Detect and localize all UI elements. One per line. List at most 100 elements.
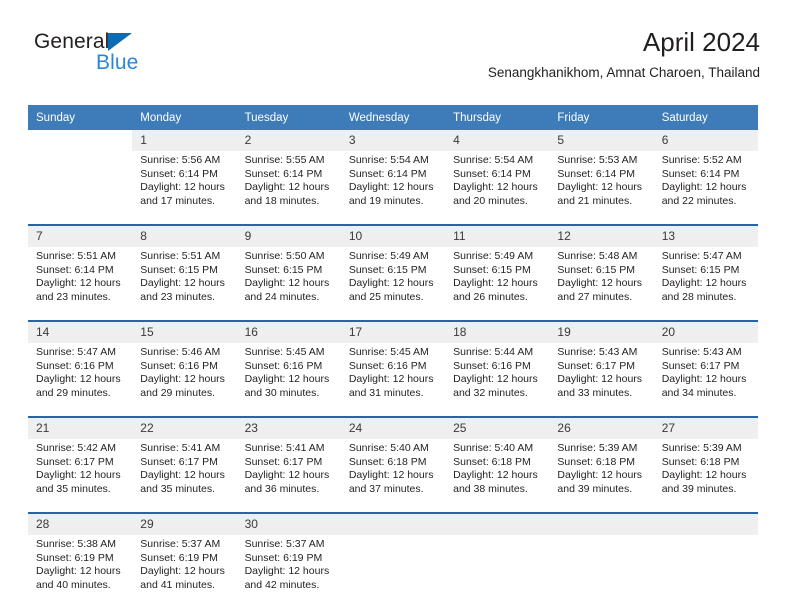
day-cell[interactable]: Sunrise: 5:41 AM Sunset: 6:17 PM Dayligh… [132, 439, 237, 513]
general-blue-logo[interactable]: General Blue [34, 30, 214, 84]
sunset-text: Sunset: 6:14 PM [348, 167, 427, 180]
day-cell[interactable]: Sunrise: 5:39 AM Sunset: 6:18 PM Dayligh… [653, 439, 758, 513]
sunrise-text: Sunrise: 5:47 AM [661, 250, 742, 262]
day-cell[interactable]: Sunrise: 5:43 AM Sunset: 6:17 PM Dayligh… [653, 343, 758, 417]
day-cell[interactable]: Sunrise: 5:47 AM Sunset: 6:16 PM Dayligh… [28, 343, 133, 417]
day-number[interactable]: 24 [340, 416, 446, 439]
day-cell[interactable]: Sunrise: 5:37 AM Sunset: 6:19 PM Dayligh… [132, 535, 237, 608]
day-cell[interactable]: Sunrise: 5:54 AM Sunset: 6:14 PM Dayligh… [340, 151, 446, 225]
day-number[interactable]: 11 [445, 224, 550, 247]
day-number[interactable]: 26 [549, 416, 654, 439]
daylight-text-line2: and 18 minutes. [244, 194, 320, 207]
day-number[interactable]: 15 [132, 320, 237, 343]
daylight-text-line1: Daylight: 12 hours [140, 469, 225, 482]
day-number[interactable]: 8 [132, 224, 237, 247]
day-number[interactable]: 1 [132, 130, 237, 151]
day-cell[interactable]: Sunrise: 5:37 AM Sunset: 6:19 PM Dayligh… [236, 535, 341, 608]
sunrise-text: Sunrise: 5:41 AM [244, 442, 325, 454]
sunset-text: Sunset: 6:19 PM [140, 551, 218, 564]
title-block: April 2024 Senangkhanikhom, Amnat Charoe… [488, 26, 760, 81]
day-number[interactable]: 13 [653, 224, 758, 247]
day-number [653, 512, 758, 535]
day-number[interactable]: 25 [445, 416, 550, 439]
day-number[interactable]: 10 [340, 224, 446, 247]
sunrise-text: Sunrise: 5:47 AM [36, 346, 116, 358]
sunset-text: Sunset: 6:14 PM [661, 167, 740, 180]
daylight-text-line1: Daylight: 12 hours [453, 181, 538, 194]
day-number[interactable]: 21 [28, 416, 133, 439]
day-number[interactable]: 6 [653, 130, 758, 151]
day-number[interactable]: 9 [236, 224, 341, 247]
location-subtitle: Senangkhanikhom, Amnat Charoen, Thailand [487, 65, 760, 80]
week-3-details: Sunrise: 5:47 AM Sunset: 6:16 PM Dayligh… [28, 343, 758, 417]
day-cell[interactable]: Sunrise: 5:49 AM Sunset: 6:15 PM Dayligh… [340, 247, 446, 321]
daylight-text-line1: Daylight: 12 hours [140, 373, 225, 386]
page-header: General Blue April 2024 Senangkhanikhom,… [28, 26, 760, 98]
daylight-text-line2: and 40 minutes. [36, 578, 111, 591]
day-cell[interactable]: Sunrise: 5:40 AM Sunset: 6:18 PM Dayligh… [445, 439, 550, 513]
day-number[interactable]: 12 [549, 224, 654, 247]
day-number[interactable]: 14 [28, 320, 133, 343]
day-cell[interactable]: Sunrise: 5:45 AM Sunset: 6:16 PM Dayligh… [340, 343, 446, 417]
day-cell[interactable]: Sunrise: 5:46 AM Sunset: 6:16 PM Dayligh… [132, 343, 237, 417]
daylight-text-line2: and 41 minutes. [140, 578, 215, 591]
day-cell-empty [549, 535, 654, 608]
day-number[interactable]: 29 [132, 512, 237, 535]
day-number[interactable]: 3 [340, 130, 446, 151]
day-cell[interactable]: Sunrise: 5:39 AM Sunset: 6:18 PM Dayligh… [549, 439, 654, 513]
day-cell[interactable]: Sunrise: 5:53 AM Sunset: 6:14 PM Dayligh… [549, 151, 654, 225]
sunrise-sunset-calendar-table: Sunday Monday Tuesday Wednesday Thursday… [28, 105, 758, 608]
sunrise-text: Sunrise: 5:40 AM [453, 442, 534, 454]
daylight-text-line1: Daylight: 12 hours [244, 565, 330, 578]
day-cell[interactable]: Sunrise: 5:44 AM Sunset: 6:16 PM Dayligh… [445, 343, 550, 417]
day-number[interactable]: 18 [445, 320, 550, 343]
week-4-details: Sunrise: 5:42 AM Sunset: 6:17 PM Dayligh… [28, 439, 758, 513]
day-cell[interactable]: Sunrise: 5:56 AM Sunset: 6:14 PM Dayligh… [132, 151, 237, 225]
day-number[interactable]: 23 [236, 416, 341, 439]
day-cell[interactable]: Sunrise: 5:47 AM Sunset: 6:15 PM Dayligh… [653, 247, 758, 321]
daylight-text-line2: and 29 minutes. [140, 386, 215, 399]
day-number[interactable]: 28 [28, 512, 133, 535]
day-cell[interactable]: Sunrise: 5:42 AM Sunset: 6:17 PM Dayligh… [28, 439, 133, 513]
day-number[interactable]: 19 [549, 320, 654, 343]
day-cell[interactable]: Sunrise: 5:51 AM Sunset: 6:14 PM Dayligh… [28, 247, 133, 321]
day-number[interactable]: 22 [132, 416, 237, 439]
daylight-text-line2: and 25 minutes. [348, 290, 424, 303]
day-cell[interactable]: Sunrise: 5:52 AM Sunset: 6:14 PM Dayligh… [653, 151, 758, 225]
sunset-text: Sunset: 6:17 PM [661, 359, 740, 372]
day-cell[interactable]: Sunrise: 5:49 AM Sunset: 6:15 PM Dayligh… [445, 247, 550, 321]
day-cell[interactable]: Sunrise: 5:54 AM Sunset: 6:14 PM Dayligh… [445, 151, 550, 225]
sunrise-text: Sunrise: 5:39 AM [661, 442, 742, 454]
daylight-text-line1: Daylight: 12 hours [453, 373, 538, 386]
day-number[interactable]: 17 [340, 320, 446, 343]
day-cell[interactable]: Sunrise: 5:50 AM Sunset: 6:15 PM Dayligh… [236, 247, 341, 321]
sunrise-text: Sunrise: 5:54 AM [453, 154, 534, 166]
sunrise-text: Sunrise: 5:43 AM [661, 346, 742, 358]
sunrise-text: Sunrise: 5:43 AM [557, 346, 638, 358]
sunrise-text: Sunrise: 5:49 AM [348, 250, 429, 262]
day-cell[interactable]: Sunrise: 5:41 AM Sunset: 6:17 PM Dayligh… [236, 439, 341, 513]
day-number[interactable]: 2 [236, 130, 341, 151]
day-cell[interactable]: Sunrise: 5:40 AM Sunset: 6:18 PM Dayligh… [340, 439, 446, 513]
sunrise-text: Sunrise: 5:45 AM [348, 346, 429, 358]
day-number[interactable]: 5 [549, 130, 654, 151]
day-number[interactable]: 30 [236, 512, 341, 535]
day-cell[interactable]: Sunrise: 5:45 AM Sunset: 6:16 PM Dayligh… [236, 343, 341, 417]
day-cell-empty [653, 535, 758, 608]
sunrise-text: Sunrise: 5:50 AM [244, 250, 325, 262]
day-cell[interactable]: Sunrise: 5:55 AM Sunset: 6:14 PM Dayligh… [236, 151, 341, 225]
daylight-text-line1: Daylight: 12 hours [140, 277, 225, 290]
day-number[interactable]: 27 [653, 416, 758, 439]
day-number[interactable]: 7 [28, 224, 133, 247]
day-number[interactable]: 4 [445, 130, 550, 151]
weekday-header-tuesday: Tuesday [236, 105, 341, 130]
day-cell[interactable]: Sunrise: 5:43 AM Sunset: 6:17 PM Dayligh… [549, 343, 654, 417]
day-cell[interactable]: Sunrise: 5:38 AM Sunset: 6:19 PM Dayligh… [28, 535, 133, 608]
day-cell[interactable]: Sunrise: 5:51 AM Sunset: 6:15 PM Dayligh… [132, 247, 237, 321]
day-cell[interactable]: Sunrise: 5:48 AM Sunset: 6:15 PM Dayligh… [549, 247, 654, 321]
weekday-header-wednesday: Wednesday [340, 105, 446, 130]
daylight-text-line1: Daylight: 12 hours [348, 469, 434, 482]
day-number[interactable]: 16 [236, 320, 341, 343]
day-number[interactable]: 20 [653, 320, 758, 343]
week-1-daynumbers: 1 2 3 4 5 6 [28, 130, 758, 151]
